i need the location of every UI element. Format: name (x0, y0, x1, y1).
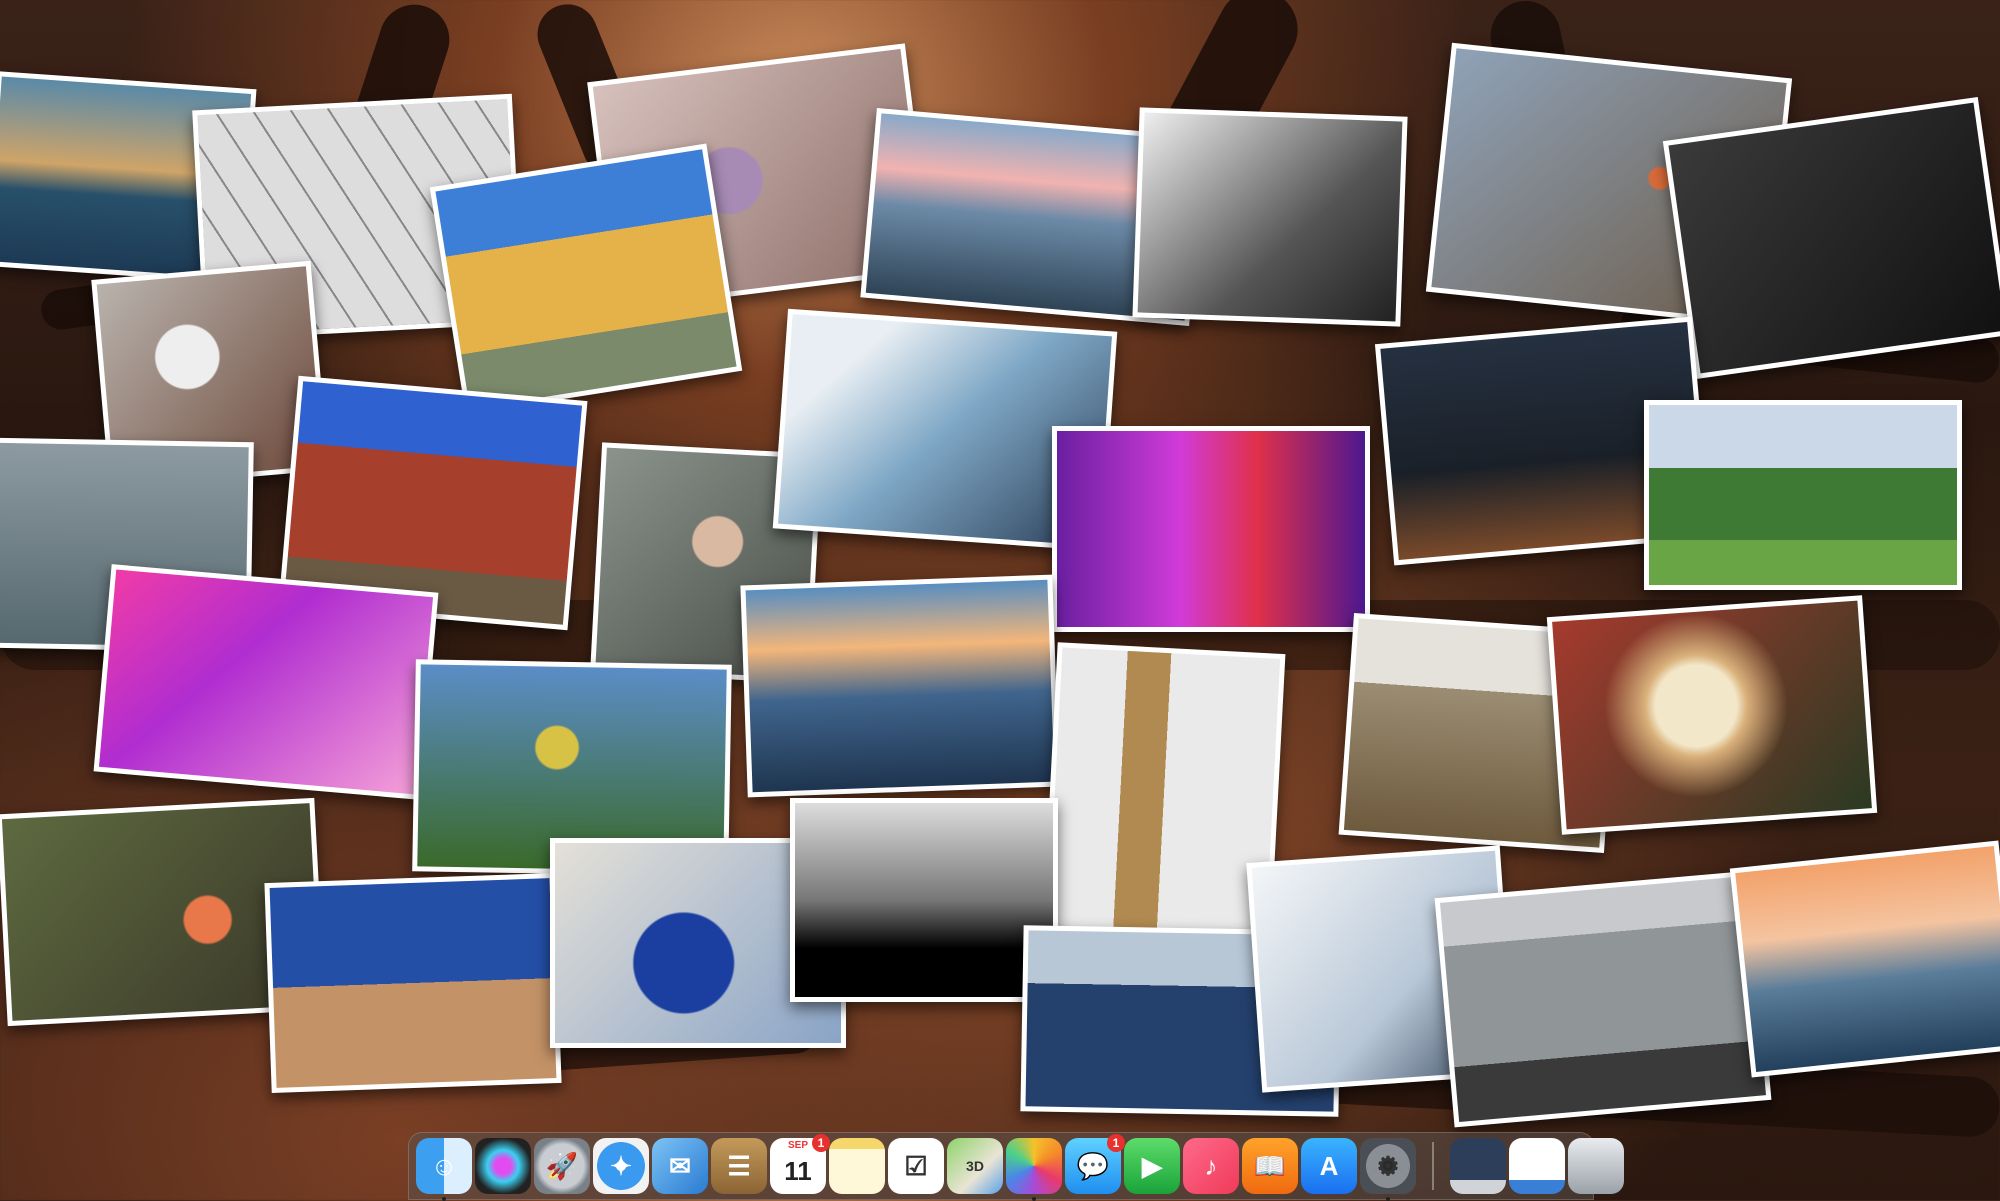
contacts-icon-glyph: ☰ (727, 1150, 751, 1181)
screen-share-icon[interactable] (1509, 1138, 1565, 1194)
photo-food-closeup (1546, 595, 1878, 835)
trash-icon[interactable] (1568, 1138, 1624, 1194)
finder-icon-glyph: ☺ (430, 1150, 458, 1181)
notes-icon[interactable] (829, 1138, 885, 1194)
running-indicator (1032, 1197, 1036, 1201)
reminders-icon[interactable]: ☑ (888, 1138, 944, 1194)
photo-train-interior-bw (1662, 97, 2000, 379)
facetime-icon-glyph: ▶ (1142, 1150, 1162, 1181)
photo-yellow-house-street (429, 143, 743, 415)
finder-icon[interactable]: ☺ (416, 1138, 472, 1201)
app-store-icon-glyph: A (1319, 1150, 1339, 1181)
reminders-icon-glyph: ☑ (904, 1150, 928, 1181)
photo-windmill-silhouette (790, 798, 1058, 1002)
messages-icon-glyph: 💬 (1076, 1150, 1110, 1181)
monitor-icon[interactable] (1450, 1138, 1506, 1194)
music-icon-glyph: ♪ (1204, 1150, 1218, 1181)
music-icon[interactable]: ♪ (1183, 1138, 1239, 1194)
gear-icon-glyph: ⚙ (1376, 1150, 1400, 1181)
calendar-day: 11 (784, 1155, 812, 1186)
messages-icon[interactable]: 💬 1 (1065, 1134, 1125, 1194)
mail-icon[interactable]: ✉ (652, 1138, 708, 1194)
photo-pink-tunnel (93, 564, 439, 800)
app-store-icon[interactable]: A (1301, 1138, 1357, 1194)
siri-icon[interactable] (475, 1138, 531, 1194)
contacts-icon[interactable]: ☰ (711, 1138, 767, 1194)
notification-badge: 1 (812, 1134, 830, 1152)
gear-icon[interactable]: ⚙ (1360, 1138, 1416, 1201)
dock: ☺ 🚀 ✦ ✉ ☰ SEP 11 1 ☑ 3D 💬 1 ▶ ♪ 📖 A ⚙ (408, 1132, 1624, 1201)
photo-old-church-dunes (264, 873, 562, 1093)
calendar-icon[interactable]: SEP 11 1 (770, 1134, 830, 1194)
photo-purple-neon-room (1052, 426, 1370, 632)
books-icon[interactable]: 📖 (1242, 1138, 1298, 1194)
mail-icon-glyph: ✉ (669, 1150, 691, 1181)
launchpad-icon[interactable]: 🚀 (534, 1138, 590, 1194)
safari-icon[interactable]: ✦ (593, 1138, 649, 1194)
photos-icon[interactable] (1006, 1138, 1062, 1201)
maps-icon[interactable]: 3D (947, 1138, 1003, 1194)
books-icon-glyph: 📖 (1253, 1150, 1287, 1181)
photo-beach-sunset-tide (740, 574, 1060, 798)
launchpad-icon-glyph: 🚀 (545, 1150, 579, 1181)
facetime-icon[interactable]: ▶ (1124, 1138, 1180, 1194)
notification-badge: 1 (1107, 1134, 1125, 1152)
photo-man-on-shore-bw (1434, 870, 1772, 1128)
running-indicator (1386, 1197, 1390, 1201)
photo-tulips-black-white (1132, 107, 1408, 327)
photo-castle-park (1644, 400, 1962, 590)
running-indicator (442, 1197, 446, 1201)
dock-separator (1432, 1142, 1434, 1190)
photo-beach-pink-sunset (1729, 840, 2000, 1078)
maps-label: 3D (966, 1158, 984, 1174)
safari-icon-glyph: ✦ (610, 1150, 632, 1181)
